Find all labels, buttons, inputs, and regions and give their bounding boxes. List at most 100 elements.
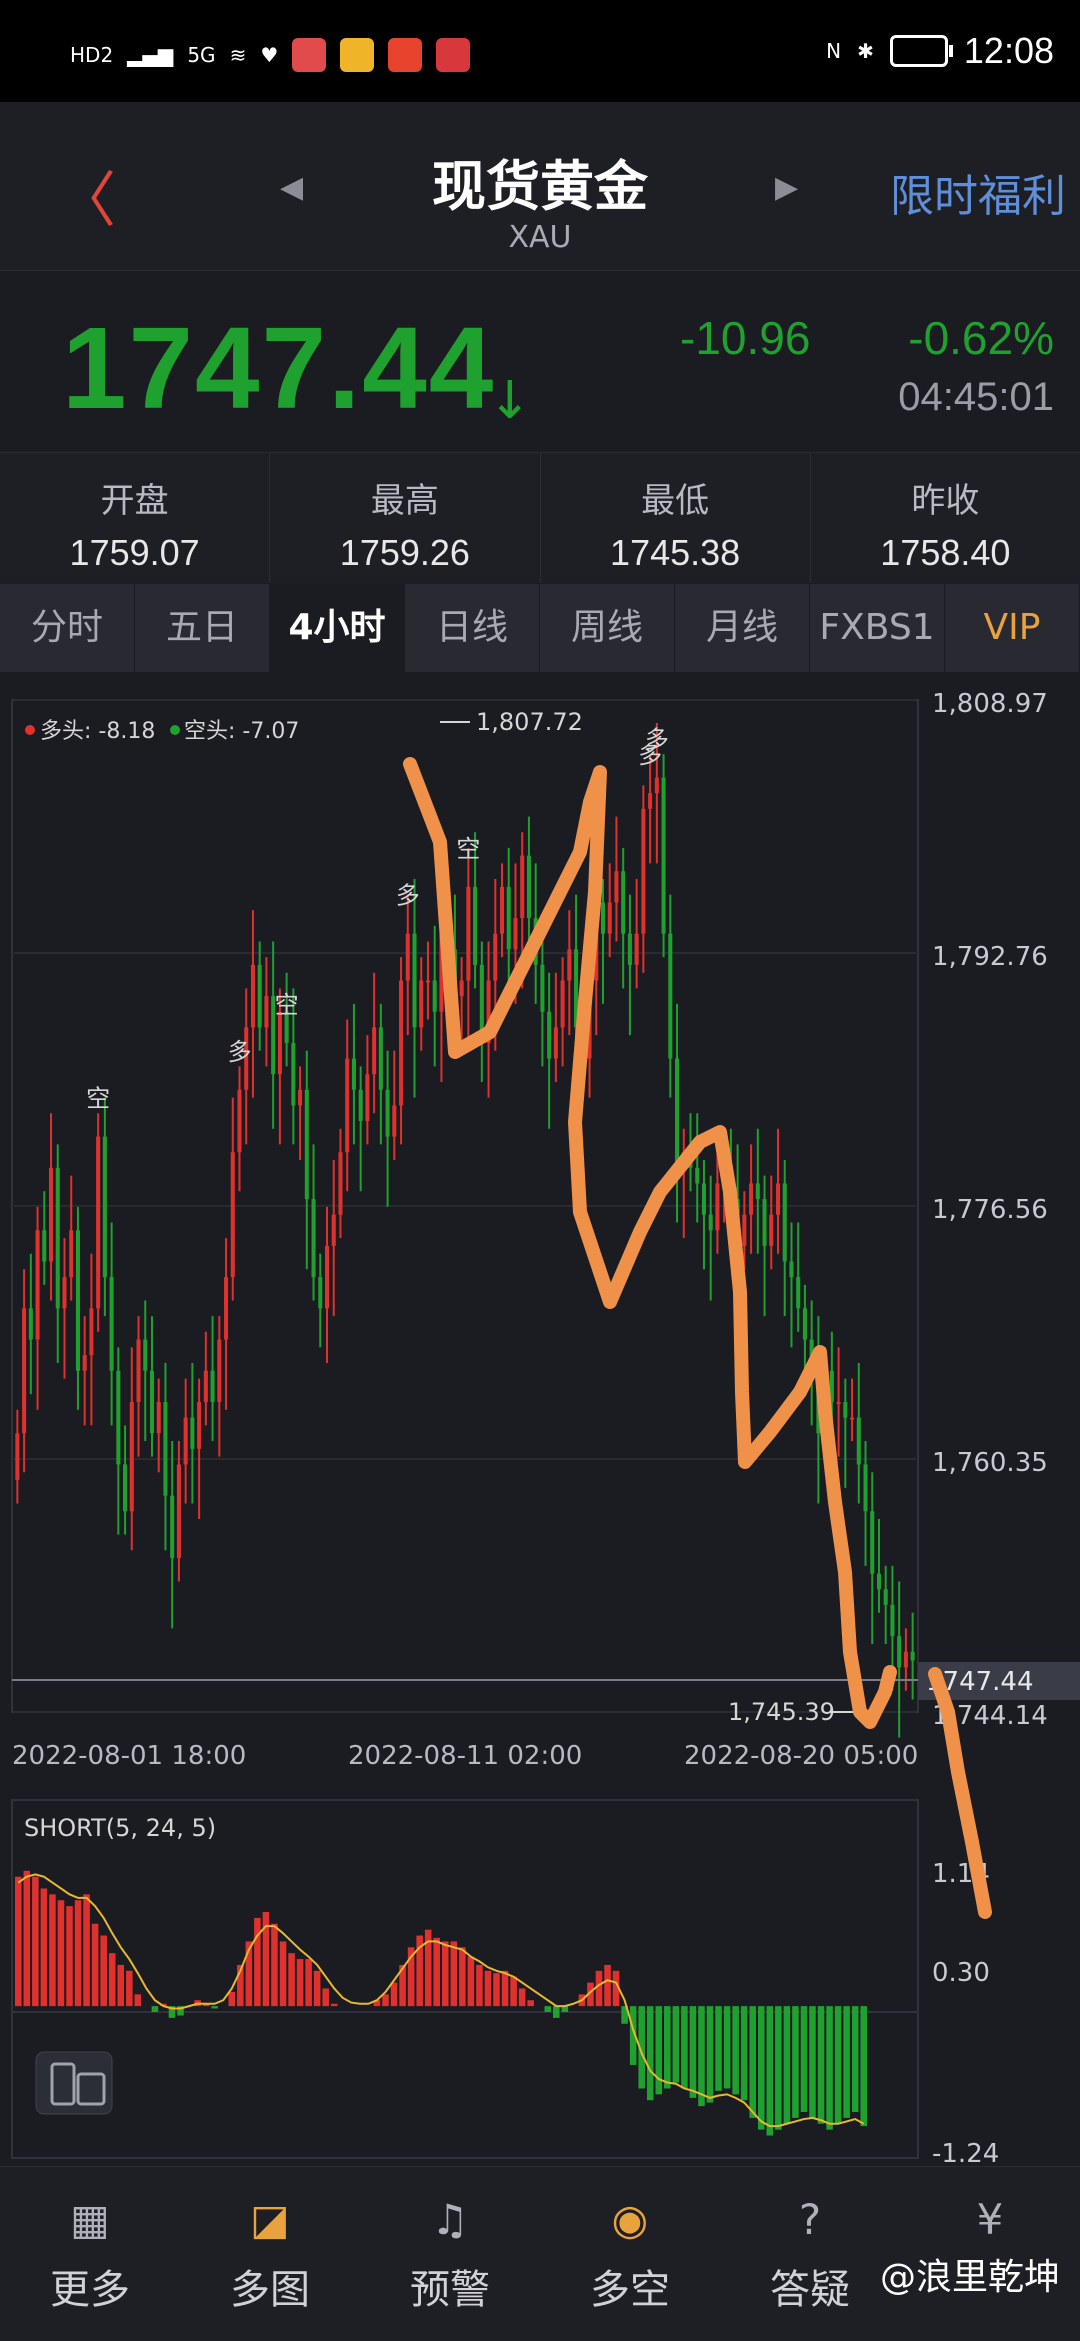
candle-body (708, 1214, 713, 1231)
candle-body (237, 1089, 242, 1153)
indicator-bar (108, 1953, 116, 2007)
watermark: @浪里乾坤 (879, 2257, 1060, 2298)
short-dot-icon (170, 725, 180, 735)
candle-body (405, 933, 410, 981)
indicator-bar (800, 2006, 808, 2112)
tab-minute[interactable]: 分时 (0, 584, 135, 672)
quote-time: 04:45:01 (898, 375, 1054, 419)
indicator-bar (288, 1953, 295, 2007)
tab-daily[interactable]: 日线 (405, 584, 540, 672)
indicator-bar (792, 2006, 799, 2118)
candle-body (392, 1105, 397, 1137)
indicator-bar (646, 2006, 654, 2101)
candle-body (129, 1401, 134, 1512)
candle-body (903, 1651, 908, 1668)
y-tick-label: 1,760.35 (932, 1448, 1048, 1478)
signal-marker: 空 (275, 991, 299, 1019)
candle-body (547, 1011, 552, 1059)
indicator-bar (228, 1992, 236, 2007)
indicator-bar (450, 1941, 458, 2007)
indicator-bar (83, 1894, 90, 2007)
candle-body (291, 1042, 296, 1106)
candle-body (250, 964, 255, 1028)
indicator-bar (783, 2006, 791, 2124)
indicator-bar (74, 1900, 82, 2007)
candle-body (311, 1199, 316, 1278)
indicator-bar (655, 2006, 663, 2095)
candle-body (715, 1183, 720, 1231)
indicator-bar (40, 1888, 48, 2007)
candle-body (701, 1183, 706, 1215)
indicator-bar (851, 2006, 859, 2112)
indicator-y-tick: 0.30 (932, 1958, 990, 1988)
indicator-bar (382, 1994, 389, 2007)
indicator-bar (433, 1937, 440, 2007)
candle-body (298, 1089, 303, 1106)
candle-body (755, 1183, 760, 1200)
indicator-bar (66, 1906, 73, 2007)
nav-qa[interactable]: ? 答疑 (720, 2167, 900, 2341)
candle-body (661, 777, 666, 934)
candle-body (277, 1011, 282, 1075)
candle-body (82, 1355, 87, 1371)
tab-weekly[interactable]: 周线 (540, 584, 675, 672)
nav-long-short[interactable]: ◉ 多空 (540, 2167, 720, 2341)
candle-body (782, 1183, 787, 1262)
indicator-bar (49, 1894, 56, 2007)
candle-body (304, 1089, 309, 1200)
indicator-bar (689, 2006, 697, 2098)
x-tick-label: 2022-08-11 02:00 (348, 1741, 582, 1771)
indicator-bar (15, 1876, 22, 2007)
heart-icon: ♥ (260, 43, 279, 67)
indicator-bar (459, 1947, 466, 2007)
long-dot-icon (25, 725, 35, 735)
promo-link[interactable]: 限时福利 (890, 160, 1066, 224)
clock: 12:08 (963, 30, 1054, 71)
indicator-bar (527, 2000, 534, 2007)
candle-body (136, 1339, 141, 1402)
tab-monthly[interactable]: 月线 (675, 584, 810, 672)
candle-body (762, 1199, 767, 1246)
candle-body (614, 871, 619, 903)
candle-body (318, 1277, 323, 1309)
candle-body (634, 933, 639, 965)
next-instrument-icon[interactable]: ▶ (775, 170, 798, 205)
signal-marker: 空 (456, 835, 480, 863)
candle-body (331, 1214, 336, 1246)
candle-body (863, 1464, 868, 1512)
legend-short: 空头: -7.07 (184, 719, 299, 744)
candle-body (143, 1339, 148, 1371)
indicator-bar (211, 2006, 218, 2009)
indicator-bar (826, 2006, 833, 2130)
candle-body (163, 1401, 168, 1496)
current-price: 1747.44 (62, 303, 496, 433)
tab-five-day[interactable]: 五日 (135, 584, 270, 672)
candle-body (96, 1136, 101, 1309)
candle-body (789, 1261, 794, 1278)
tab-vip[interactable]: VIP (945, 584, 1080, 672)
max-label: 1,807.72 (476, 708, 583, 736)
indicator-bar (91, 1923, 99, 2007)
candle-body (843, 1401, 848, 1418)
candlestick-chart[interactable]: 空多空多空多多 1,808.971,792.761,776.561,760.35… (0, 672, 1080, 2169)
indicator-bar (134, 1994, 142, 2007)
nav-more[interactable]: ▦ 更多 (0, 2167, 180, 2341)
indicator-bar (860, 2006, 867, 2127)
chart-area[interactable]: 空多空多空多多 1,808.97 1,792.76 1,776.56 1,760.35… (0, 672, 1080, 2169)
nav-alert[interactable]: ♫ 预警 (360, 2167, 540, 2341)
indicator-bar (23, 1870, 31, 2007)
quote-panel: 1747.44 ↓ -10.96 -0.62% 04:45:01 (0, 270, 1080, 451)
question-cap-icon: ? (798, 2195, 822, 2244)
indicator-bar (843, 2006, 850, 2118)
indicator-bar (305, 1959, 312, 2007)
signal-marker: 多 (228, 1038, 252, 1066)
nav-multi-chart[interactable]: ◪ 多图 (180, 2167, 360, 2341)
signal-icon: ▂▄▆ (127, 43, 174, 67)
candle-body (190, 1417, 195, 1449)
tab-4h[interactable]: 4小时 (270, 584, 405, 672)
indicator-bar (749, 2006, 756, 2118)
tab-fxbs1[interactable]: FXBS1 (810, 584, 945, 672)
indicator-bar (604, 1964, 611, 2007)
candle-body (230, 1152, 235, 1278)
min-label: 1,745.39 (728, 1698, 835, 1726)
